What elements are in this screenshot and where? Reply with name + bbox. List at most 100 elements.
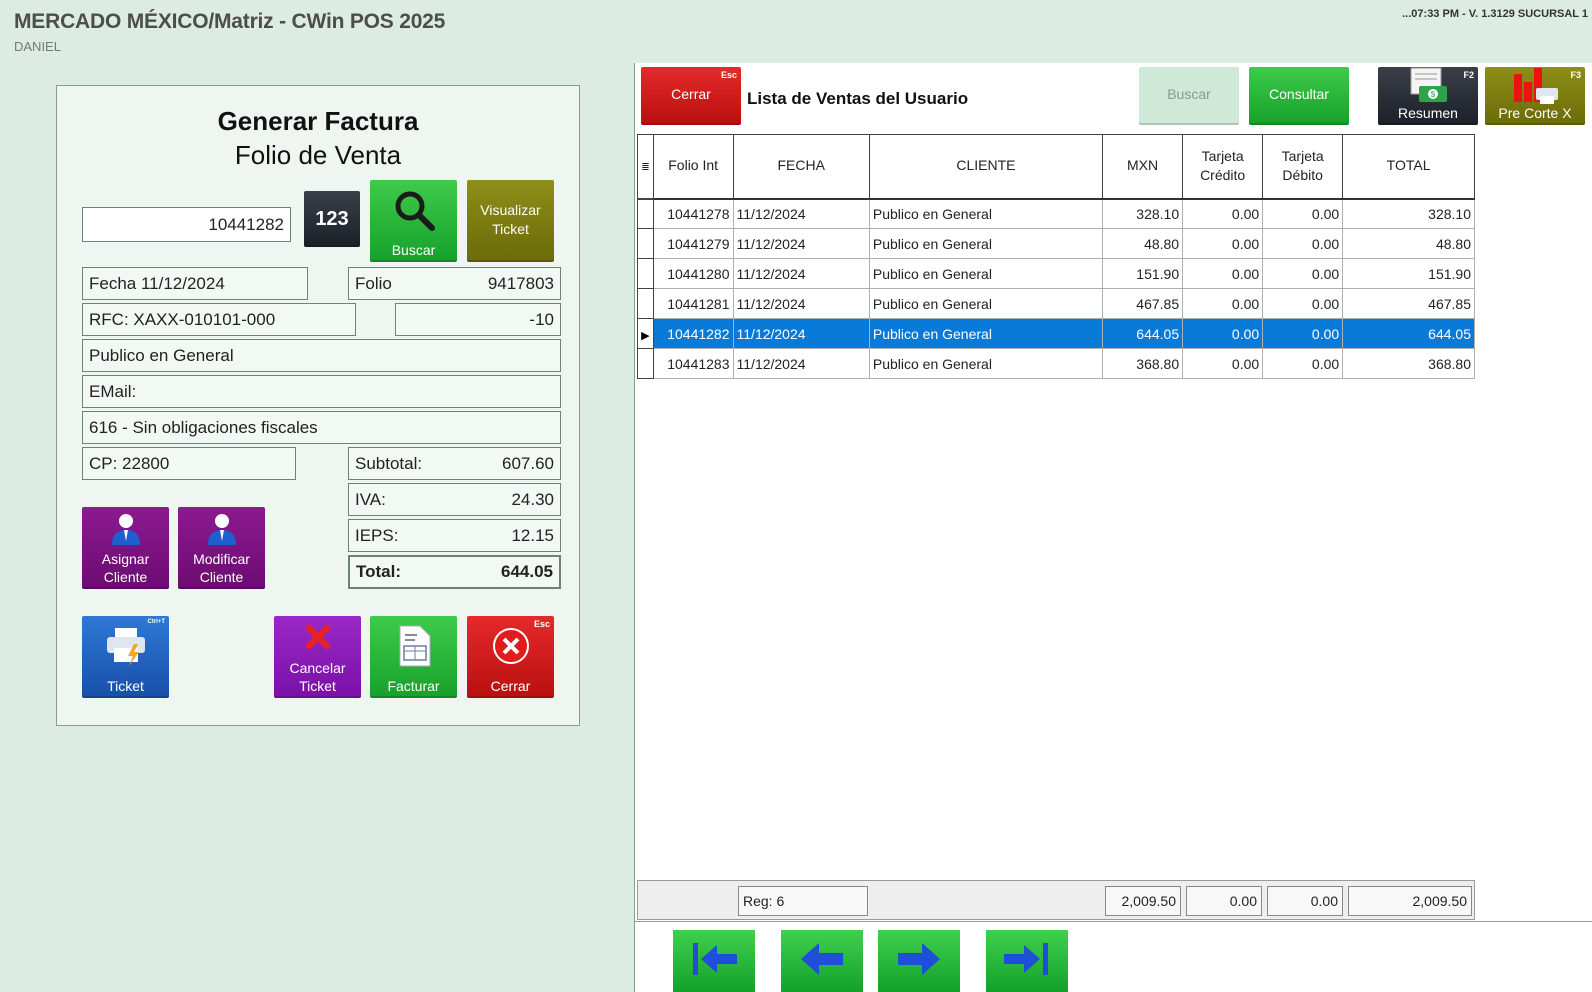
col-cliente[interactable]: CLIENTE	[868, 134, 1103, 200]
consultar-label: Consultar	[1269, 86, 1329, 103]
cell-fecha: 11/12/2024	[732, 198, 870, 229]
fecha-field: Fecha 11/12/2024	[82, 267, 308, 300]
first-icon	[687, 939, 741, 984]
cell-tarjeta-debito: 0.00	[1262, 348, 1344, 379]
navigation-bar	[635, 921, 1592, 992]
cancelar-label-2: Ticket	[299, 677, 336, 694]
cell-folio: 10441278	[652, 198, 734, 229]
visualizar-ticket-button[interactable]: Visualizar Ticket	[467, 180, 554, 262]
buscar-button[interactable]: Buscar	[370, 180, 457, 262]
cp-field: CP: 22800	[82, 447, 296, 480]
panel-subtitle: Folio de Venta	[234, 140, 402, 170]
iva-field: IVA: 24.30	[348, 483, 561, 516]
cell-tarjeta-debito: 0.00	[1262, 318, 1344, 349]
table-header-row: ≣ Folio Int FECHA CLIENTE MXN Tarjeta Cr…	[637, 134, 1475, 200]
col-folio[interactable]: Folio Int	[652, 134, 734, 200]
cell-cliente: Publico en General	[868, 288, 1103, 319]
pre-corte-button[interactable]: F3 Pre Corte X	[1485, 67, 1585, 125]
lista-ventas-panel: Esc Cerrar Lista de Ventas del Usuario B…	[634, 63, 1592, 992]
facturar-button[interactable]: Facturar	[370, 616, 457, 698]
cell-fecha: 11/12/2024	[732, 228, 870, 259]
cell-cliente: Publico en General	[868, 348, 1103, 379]
cerrar-factura-button[interactable]: Esc Cerrar	[467, 616, 554, 698]
total-label: Total:	[356, 562, 402, 581]
row-selector[interactable]	[637, 258, 654, 289]
footer-mxn: 2,009.50	[1105, 886, 1181, 916]
cell-tarjeta-debito: 0.00	[1262, 258, 1344, 289]
folio-field: Folio 9417803	[348, 267, 561, 300]
table-row[interactable]: 10441280 11/12/2024 Publico en General 1…	[637, 258, 1475, 289]
subtotal-label: Subtotal:	[355, 453, 423, 473]
cell-tarjeta-credito: 0.00	[1182, 228, 1264, 259]
list-icon: ≣	[641, 162, 650, 174]
col-mxn[interactable]: MXN	[1101, 134, 1184, 200]
cell-tarjeta-credito: 0.00	[1182, 318, 1264, 349]
cell-folio: 10441282	[652, 318, 734, 349]
cell-total: 467.85	[1342, 288, 1475, 319]
row-selector-header[interactable]: ≣	[637, 134, 654, 200]
iva-value: 24.30	[511, 489, 554, 509]
ticket-button[interactable]: Ctrl+T Ticket	[82, 616, 169, 698]
cell-total: 644.05	[1342, 318, 1475, 349]
table-row[interactable]: 10441281 11/12/2024 Publico en General 4…	[637, 288, 1475, 319]
ventas-table[interactable]: ≣ Folio Int FECHA CLIENTE MXN Tarjeta Cr…	[637, 134, 1475, 379]
row-selector[interactable]	[637, 348, 654, 379]
cell-total: 328.10	[1342, 198, 1475, 229]
facturar-label: Facturar	[387, 677, 440, 694]
keypad-button[interactable]: 123	[304, 191, 360, 247]
table-row[interactable]: 10441283 11/12/2024 Publico en General 3…	[637, 348, 1475, 379]
cerrar-lista-button[interactable]: Esc Cerrar	[641, 67, 741, 125]
cell-folio: 10441279	[652, 228, 734, 259]
svg-text:$: $	[1431, 90, 1436, 99]
cell-mxn: 644.05	[1101, 318, 1184, 349]
col-total[interactable]: TOTAL	[1342, 134, 1475, 200]
user-icon	[178, 507, 265, 550]
table-row[interactable]: 10441278 11/12/2024 Publico en General 3…	[637, 198, 1475, 229]
cerrar-label: Cerrar	[490, 677, 531, 694]
folio-venta-input[interactable]: 10441282	[82, 207, 291, 242]
cell-tarjeta-debito: 0.00	[1262, 198, 1344, 229]
email-field: EMail:	[82, 375, 561, 408]
folio-label: Folio	[355, 273, 392, 293]
first-record-button[interactable]	[673, 930, 755, 992]
iva-label: IVA:	[355, 489, 386, 509]
col-fecha[interactable]: FECHA	[732, 134, 870, 200]
cancelar-ticket-button[interactable]: Cancelar Ticket	[274, 616, 361, 698]
generar-factura-panel: Generar Factura Folio de Venta 10441282 …	[56, 85, 580, 726]
row-selector[interactable]	[637, 198, 654, 229]
col-tarjeta-credito[interactable]: Tarjeta Crédito	[1182, 134, 1264, 200]
ticket-label: Ticket	[107, 677, 144, 694]
cancelar-label-1: Cancelar	[289, 659, 346, 676]
close-icon	[274, 616, 361, 659]
col-tc-1: Tarjeta	[1201, 147, 1244, 164]
resumen-button[interactable]: F2 $ Resumen	[1378, 67, 1478, 125]
buscar-lista-button[interactable]: Buscar	[1139, 67, 1239, 125]
resumen-shortcut: F2	[1463, 70, 1474, 80]
asignar-label-1: Asignar	[101, 550, 150, 567]
visualizar-label-2: Ticket	[492, 220, 529, 237]
last-record-button[interactable]	[986, 930, 1068, 992]
modificar-label-2: Cliente	[199, 568, 244, 585]
row-selector[interactable]	[637, 228, 654, 259]
col-tarjeta-debito[interactable]: Tarjeta Débito	[1262, 134, 1344, 200]
ieps-label: IEPS:	[355, 525, 399, 545]
row-selector[interactable]: ▶	[637, 318, 654, 349]
next-record-button[interactable]	[878, 930, 960, 992]
pre-corte-label: Pre Corte X	[1498, 104, 1572, 121]
table-row[interactable]: 10441279 11/12/2024 Publico en General 4…	[637, 228, 1475, 259]
consultar-button[interactable]: Consultar	[1249, 67, 1349, 125]
cell-folio: 10441281	[652, 288, 734, 319]
cell-mxn: 368.80	[1101, 348, 1184, 379]
cell-fecha: 11/12/2024	[732, 258, 870, 289]
col-td-1: Tarjeta	[1281, 147, 1324, 164]
modificar-cliente-button[interactable]: Modificar Cliente	[178, 507, 265, 589]
table-row-selected[interactable]: ▶ 10441282 11/12/2024 Publico en General…	[637, 318, 1475, 349]
footer-tarjeta-debito: 0.00	[1267, 886, 1343, 916]
previous-record-button[interactable]	[781, 930, 863, 992]
regimen-field: 616 - Sin obligaciones fiscales	[82, 411, 561, 444]
cell-folio: 10441280	[652, 258, 734, 289]
cerrar-lista-label: Cerrar	[671, 86, 711, 103]
asignar-cliente-button[interactable]: Asignar Cliente	[82, 507, 169, 589]
total-field: Total: 644.05	[348, 555, 561, 589]
row-selector[interactable]	[637, 288, 654, 319]
